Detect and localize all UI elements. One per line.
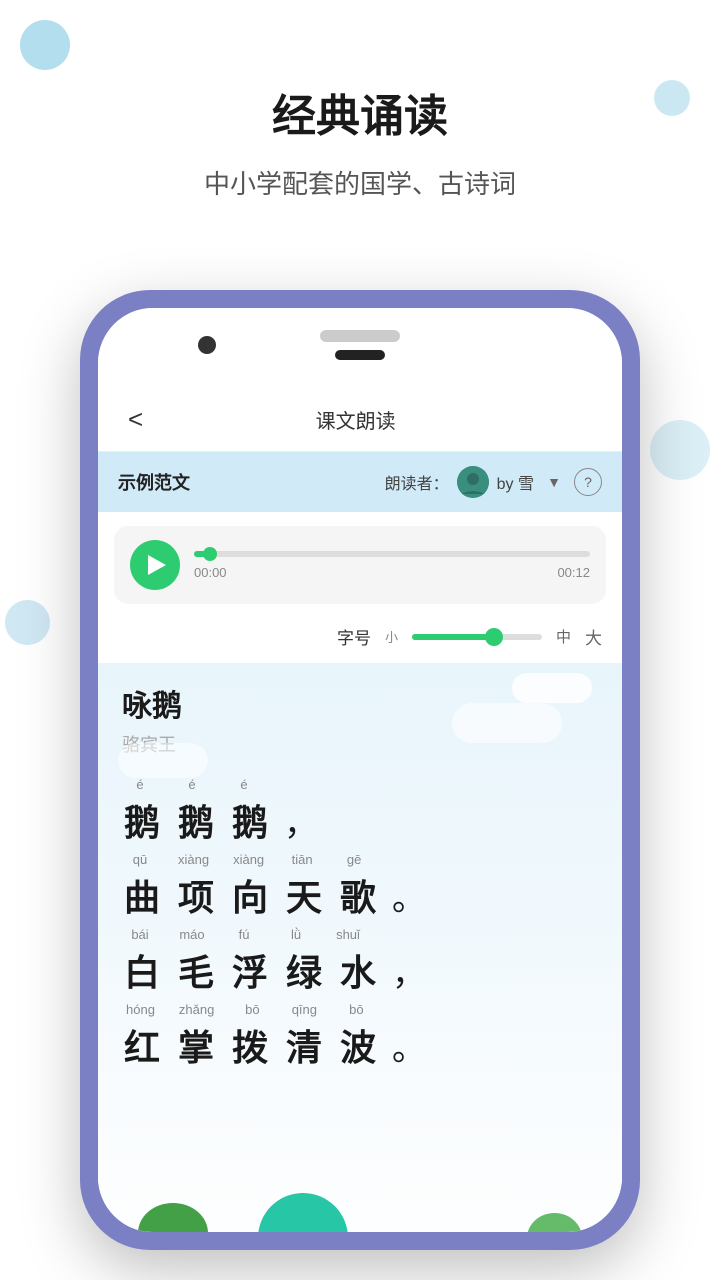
page-title: 经典诵读 bbox=[0, 80, 720, 144]
char-row-3: 白 毛 浮 绿 水 ， bbox=[122, 944, 426, 996]
app-screen: < 课文朗读 示例范文 朗读者： bbox=[98, 388, 622, 1232]
phone-speaker bbox=[320, 330, 400, 342]
progress-bar[interactable] bbox=[194, 551, 590, 557]
deco-circle-topright bbox=[654, 80, 690, 116]
reader-avatar bbox=[457, 466, 489, 498]
green-tree-left bbox=[138, 1203, 208, 1232]
play-button[interactable] bbox=[130, 540, 180, 590]
phone-earpiece bbox=[335, 350, 385, 360]
time-current: 00:00 bbox=[194, 565, 227, 580]
nav-bar: < 课文朗读 bbox=[98, 388, 622, 452]
reader-name: by 雪 bbox=[497, 470, 534, 494]
back-button[interactable]: < bbox=[118, 400, 153, 439]
blue-section: 示例范文 朗读者： by 雪 ▼ ? bbox=[98, 452, 622, 512]
player-progress: 00:00 00:12 bbox=[194, 551, 590, 580]
audio-player: 00:00 00:12 bbox=[114, 526, 606, 604]
pinyin-row-4: hóng zhǎng bō qīng bō bbox=[122, 1002, 370, 1017]
time-total: 00:12 bbox=[557, 565, 590, 580]
pinyin-row-1: é é é bbox=[122, 777, 258, 792]
phone-outer: < 课文朗读 示例范文 朗读者： bbox=[80, 290, 640, 1250]
phone-camera bbox=[198, 336, 216, 354]
reader-label: 朗读者： bbox=[385, 470, 449, 494]
font-size-large-label: 大 bbox=[585, 624, 602, 649]
deco-circle-midright bbox=[650, 420, 710, 480]
time-labels: 00:00 00:12 bbox=[194, 565, 590, 580]
teal-circle-bottom bbox=[258, 1193, 348, 1232]
slider-fill bbox=[412, 634, 497, 640]
font-size-slider[interactable] bbox=[412, 634, 542, 640]
cloud-deco-2 bbox=[452, 703, 562, 743]
reader-dropdown[interactable]: ▼ bbox=[542, 470, 566, 494]
poem-line-3: bái máo fú lǜ shuǐ 白 毛 浮 绿 水 ， bbox=[122, 927, 598, 996]
char-row-4: 红 掌 拨 清 波 。 bbox=[122, 1019, 426, 1071]
header: 经典诵读 中小学配套的国学、古诗词 bbox=[0, 0, 720, 231]
phone-mockup: < 课文朗读 示例范文 朗读者： bbox=[80, 290, 640, 1250]
slider-thumb bbox=[485, 628, 503, 646]
progress-dot bbox=[203, 547, 217, 561]
char-row-1: 鹅 鹅 鹅 ， bbox=[122, 794, 318, 846]
cloud-deco-1 bbox=[512, 673, 592, 703]
reader-info: 朗读者： by 雪 ▼ ? bbox=[385, 466, 602, 498]
page-subtitle: 中小学配套的国学、古诗词 bbox=[0, 164, 720, 201]
deco-circle-topleft bbox=[20, 20, 70, 70]
pinyin-row-3: bái máo fú lǜ shuǐ bbox=[122, 927, 362, 942]
poem-line-1: é é é 鹅 鹅 鹅 ， bbox=[122, 777, 598, 846]
font-size-medium-label: 中 bbox=[556, 626, 571, 647]
green-tree-right bbox=[527, 1213, 582, 1232]
poem-line-2: qū xiàng xiàng tiān gē 曲 项 向 天 歌 。 bbox=[122, 852, 598, 921]
poem-line-4: hóng zhǎng bō qīng bō 红 掌 拨 清 波 。 bbox=[122, 1002, 598, 1071]
deco-circle-midleft bbox=[5, 600, 50, 645]
cloud-deco-3 bbox=[118, 743, 208, 778]
pinyin-row-2: qū xiàng xiàng tiān gē bbox=[122, 852, 368, 867]
section-label: 示例范文 bbox=[118, 469, 190, 495]
poem-area: 咏鹅 骆宾王 é é é 鹅 鹅 鹅 ， bbox=[98, 663, 622, 1232]
phone-inner: < 课文朗读 示例范文 朗读者： bbox=[98, 308, 622, 1232]
play-icon bbox=[148, 555, 166, 575]
font-size-control: 字号 小 中 大 bbox=[98, 618, 622, 663]
nav-title: 课文朗读 bbox=[153, 405, 558, 434]
font-size-label: 字号 bbox=[337, 624, 371, 649]
char-row-2: 曲 项 向 天 歌 。 bbox=[122, 869, 426, 921]
font-size-small-label: 小 bbox=[385, 627, 398, 646]
phone-top-bar bbox=[98, 308, 622, 388]
help-button[interactable]: ? bbox=[574, 468, 602, 496]
